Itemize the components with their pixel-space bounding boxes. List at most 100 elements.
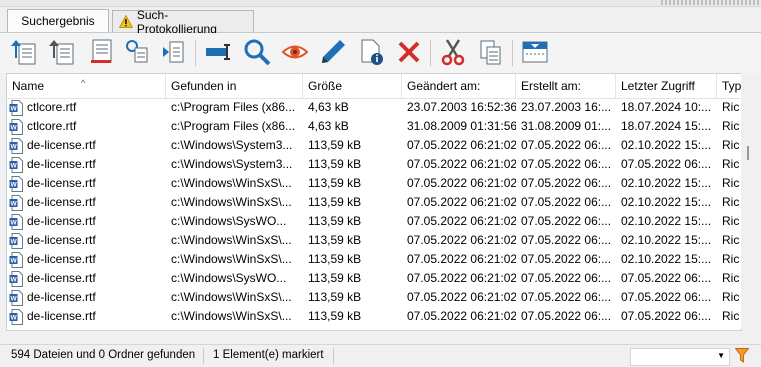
table-row[interactable]: Wde-license.rtf c:\Windows\WinSxS\... 113,… bbox=[7, 193, 741, 212]
cell-text: 02.10.2022 15:... bbox=[621, 195, 712, 209]
cell-text: de-license.rtf bbox=[27, 195, 96, 209]
table-row[interactable]: Wde-license.rtf c:\Windows\System3... 113,… bbox=[7, 136, 741, 155]
column-header-type[interactable]: Typ bbox=[717, 74, 741, 98]
view-button[interactable] bbox=[280, 37, 310, 67]
copy-path-button[interactable] bbox=[122, 37, 152, 67]
cell-text: c:\Windows\WinSxS\... bbox=[171, 195, 292, 209]
list-header: Name ^ Gefunden in Größe Geändert am: Ers… bbox=[7, 74, 741, 99]
column-header-accessed[interactable]: Letzter Zugriff bbox=[616, 74, 717, 98]
cell-text: 113,59 kB bbox=[308, 214, 362, 228]
column-header-name[interactable]: Name ^ bbox=[7, 74, 166, 98]
cell-path: c:\Windows\WinSxS\... bbox=[166, 288, 303, 307]
column-header-created[interactable]: Erstellt am: bbox=[516, 74, 616, 98]
cell-path: c:\Program Files (x86... bbox=[166, 117, 303, 136]
cell-text: 02.10.2022 15:... bbox=[621, 138, 712, 152]
cell-created: 07.05.2022 06:... bbox=[516, 231, 616, 250]
table-row[interactable]: Wde-license.rtf c:\Windows\System3... 113,… bbox=[7, 155, 741, 174]
svg-text:W: W bbox=[11, 277, 18, 284]
table-row[interactable]: Wctlcore.rtf c:\Program Files (x86... 4,63… bbox=[7, 117, 741, 136]
cell-modified: 07.05.2022 06:21:02 bbox=[402, 307, 516, 326]
cell-type: Ric bbox=[717, 212, 741, 231]
table-row[interactable]: Wde-license.rtf c:\Windows\WinSxS\... 113,… bbox=[7, 288, 741, 307]
cell-text: c:\Windows\System3... bbox=[171, 157, 293, 171]
cell-text: 113,59 kB bbox=[308, 233, 362, 247]
cell-text: c:\Windows\WinSxS\... bbox=[171, 233, 292, 247]
cell-text: 4,63 kB bbox=[308, 100, 349, 114]
table-row[interactable]: Wde-license.rtf c:\Windows\WinSxS\... 113,… bbox=[7, 250, 741, 269]
export-list-button[interactable] bbox=[47, 37, 77, 67]
cell-text: Ric bbox=[722, 195, 740, 209]
column-header-modified[interactable]: Geändert am: bbox=[402, 74, 516, 98]
cell-type: Ric bbox=[717, 307, 741, 326]
status-found-count: 594 Dateien und 0 Ordner gefunden bbox=[11, 349, 196, 361]
cell-created: 07.05.2022 06:... bbox=[516, 212, 616, 231]
properties-button[interactable] bbox=[356, 37, 386, 67]
chevron-down-icon: ▼ bbox=[717, 351, 725, 360]
search-button[interactable] bbox=[242, 37, 272, 67]
edit-button[interactable] bbox=[318, 37, 348, 67]
move-button[interactable] bbox=[158, 37, 188, 67]
layout-button[interactable] bbox=[520, 37, 550, 67]
cell-text: 07.05.2022 06:21:02 bbox=[407, 233, 516, 247]
cell-text: Ric bbox=[722, 138, 740, 152]
cell-size: 113,59 kB bbox=[303, 193, 402, 212]
table-row[interactable]: Wde-license.rtf c:\Windows\SysWO... 113,59… bbox=[7, 212, 741, 231]
export-up-button[interactable] bbox=[9, 37, 39, 67]
cell-text: c:\Windows\WinSxS\... bbox=[171, 252, 292, 266]
cell-accessed: 02.10.2022 15:... bbox=[616, 136, 717, 155]
cell-size: 4,63 kB bbox=[303, 117, 402, 136]
cell-text: 07.05.2022 06:... bbox=[621, 157, 712, 171]
edit-icon bbox=[322, 40, 345, 63]
cell-path: c:\Windows\WinSxS\... bbox=[166, 250, 303, 269]
table-row[interactable]: Wctlcore.rtf c:\Program Files (x86... 4,63… bbox=[7, 98, 741, 117]
cell-text: de-license.rtf bbox=[27, 233, 96, 247]
scrollbar-thumb[interactable] bbox=[747, 146, 749, 160]
delete-button[interactable] bbox=[394, 37, 424, 67]
cell-text: 02.10.2022 15:... bbox=[621, 176, 712, 190]
drag-grip[interactable] bbox=[661, 0, 761, 5]
cell-text: c:\Windows\SysWO... bbox=[171, 271, 287, 285]
table-row[interactable]: Wde-license.rtf c:\Windows\WinSxS\... 113,… bbox=[7, 231, 741, 250]
status-selected-count: 1 Element(e) markiert bbox=[213, 349, 324, 361]
list-view-button[interactable] bbox=[86, 37, 116, 67]
cell-path: c:\Windows\WinSxS\... bbox=[166, 193, 303, 212]
vertical-scrollbar[interactable] bbox=[741, 73, 754, 329]
rtf-file-icon: W bbox=[9, 138, 23, 154]
cell-name: Wde-license.rtf bbox=[7, 307, 166, 326]
table-row[interactable]: Wde-license.rtf c:\Windows\SysWO... 113,59… bbox=[7, 269, 741, 288]
cell-path: c:\Program Files (x86... bbox=[166, 98, 303, 117]
toolbar bbox=[0, 33, 761, 73]
table-row[interactable]: Wde-license.rtf c:\Windows\WinSxS\... 113,… bbox=[7, 307, 741, 326]
cell-created: 07.05.2022 06:... bbox=[516, 269, 616, 288]
cell-accessed: 07.05.2022 06:... bbox=[616, 288, 717, 307]
filter-dropdown[interactable]: ▼ bbox=[630, 348, 730, 366]
table-row[interactable]: Wde-license.rtf c:\Windows\WinSxS\... 113,… bbox=[7, 174, 741, 193]
filter-funnel-icon[interactable] bbox=[735, 348, 749, 363]
cell-created: 07.05.2022 06:... bbox=[516, 307, 616, 326]
cell-size: 113,59 kB bbox=[303, 212, 402, 231]
cell-name: Wde-license.rtf bbox=[7, 288, 166, 307]
cell-size: 113,59 kB bbox=[303, 307, 402, 326]
cell-accessed: 07.05.2022 06:... bbox=[616, 269, 717, 288]
cell-text: Ric bbox=[722, 252, 740, 266]
cell-text: 07.05.2022 06:... bbox=[621, 309, 712, 323]
rename-button[interactable] bbox=[203, 37, 233, 67]
cell-name: Wde-license.rtf bbox=[7, 136, 166, 155]
rtf-file-icon: W bbox=[9, 195, 23, 211]
results-list[interactable]: Name ^ Gefunden in Größe Geändert am: Ers… bbox=[6, 73, 742, 331]
cell-text: Ric bbox=[722, 290, 740, 304]
column-header-path[interactable]: Gefunden in bbox=[166, 74, 303, 98]
cell-created: 07.05.2022 06:... bbox=[516, 288, 616, 307]
tab-bar: Suchergebnis Such-Protokollierung bbox=[0, 6, 761, 36]
cell-modified: 07.05.2022 06:21:02 bbox=[402, 193, 516, 212]
cut-button[interactable] bbox=[438, 37, 468, 67]
tab-suchergebnis[interactable]: Suchergebnis bbox=[7, 9, 109, 32]
cell-accessed: 02.10.2022 15:... bbox=[616, 250, 717, 269]
copy-button[interactable] bbox=[476, 37, 506, 67]
move-icon bbox=[163, 41, 184, 63]
column-header-size[interactable]: Größe bbox=[303, 74, 402, 98]
svg-text:W: W bbox=[11, 182, 18, 189]
cell-name: Wde-license.rtf bbox=[7, 212, 166, 231]
cell-size: 113,59 kB bbox=[303, 155, 402, 174]
tab-such-protokollierung[interactable]: Such-Protokollierung bbox=[112, 8, 254, 36]
